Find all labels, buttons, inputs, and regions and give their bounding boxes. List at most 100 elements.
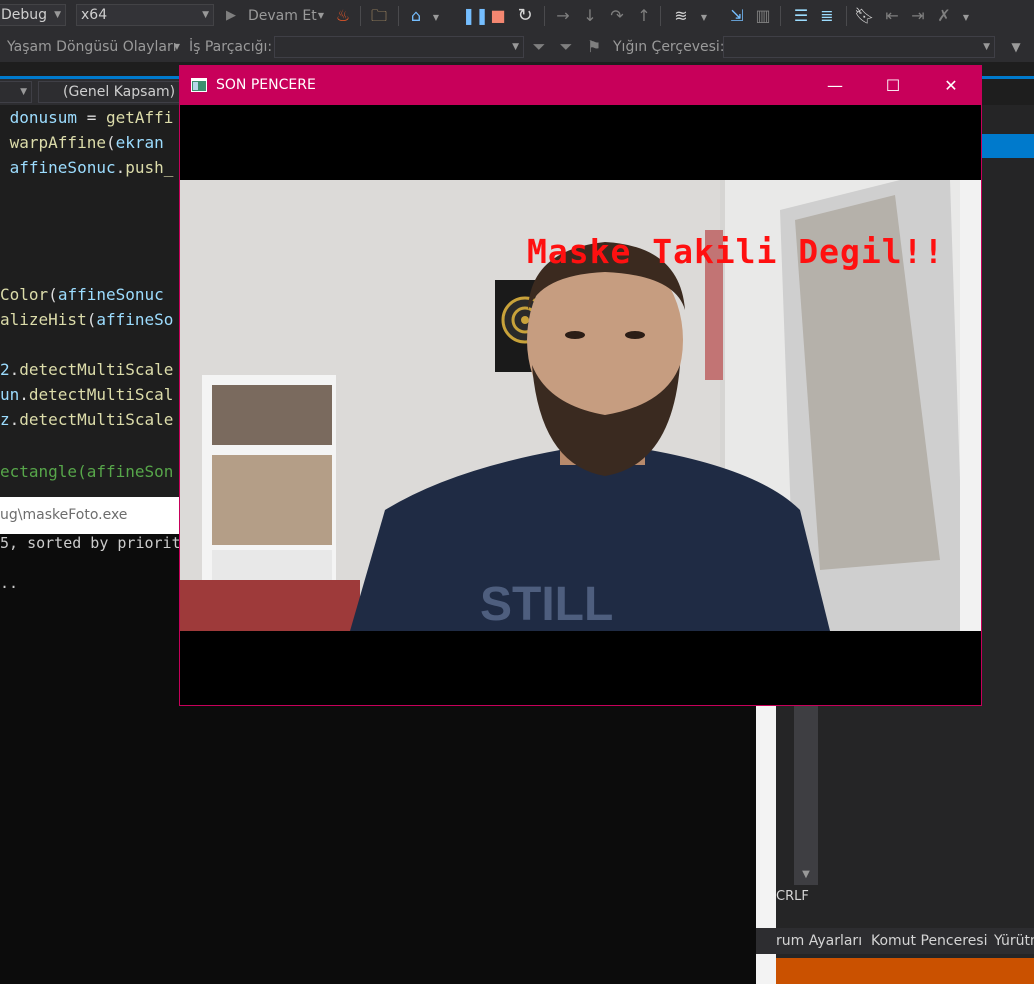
play-icon: ▶ [226, 8, 236, 23]
step-over-icon[interactable]: ↷ [606, 6, 628, 26]
chevron-down-icon[interactable]: ▼ [1008, 37, 1024, 57]
tab-command-window[interactable]: Komut Penceresi [871, 928, 987, 954]
vertical-scrollbar[interactable] [794, 705, 818, 885]
status-bar [776, 958, 1034, 984]
line-ending-indicator[interactable]: CRLF [776, 887, 818, 907]
lifecycle-events-button[interactable]: Yaşam Döngüsü Olayları [7, 37, 177, 57]
scroll-down-icon[interactable]: ▼ [794, 866, 818, 884]
step-into-specific-icon[interactable]: ⇲ [726, 6, 748, 26]
selected-tree-item[interactable] [982, 134, 1034, 158]
code-token: affineSonuc [0, 158, 116, 177]
code-line: ectangle(affineSon [0, 459, 173, 484]
code-line: z.detectMultiScale [0, 407, 173, 432]
stack-frame-combo[interactable]: ▼ [723, 36, 995, 58]
next-bookmark-icon[interactable]: ⇥ [908, 6, 928, 26]
code-token: ( [86, 310, 97, 329]
chevron-down-icon: ▼ [983, 42, 990, 52]
console-path: ug\maskeFoto.exe [0, 507, 128, 523]
chevron-down-icon[interactable]: ▼ [172, 37, 182, 57]
code-token: affineSon [86, 462, 174, 481]
stack-frame-label: Yığın Çerçevesi: [613, 39, 725, 55]
code-token: donusum [0, 108, 78, 127]
project-combo[interactable]: ▼ [0, 81, 32, 103]
console-line: 5, sorted by priorit [0, 534, 181, 552]
console-line: .. [0, 574, 19, 592]
code-line: un.detectMultiScal [0, 382, 173, 407]
bookmark-icon[interactable]: 🔖︎ [854, 6, 874, 26]
code-token: warpAffine [0, 133, 106, 152]
clear-bookmarks-icon[interactable]: ✗ [934, 6, 954, 26]
code-token: push_ [125, 158, 174, 177]
thread-label: İş Parçacığı: [189, 39, 273, 55]
code-token: Color [0, 285, 49, 304]
hot-reload-icon[interactable]: ♨ [334, 6, 352, 26]
code-token: ( [77, 462, 87, 481]
bottom-tool-tabs: rum Ayarları Komut Penceresi Yürütm [756, 928, 1034, 954]
son-pencere-window[interactable]: SON PENCERE — ☐ ✕ STILL Maske Takili Deg… [179, 65, 982, 706]
toolbar-divider [398, 6, 399, 26]
tab-immediate[interactable]: Yürütm [994, 928, 1034, 954]
code-token: getAffi [105, 108, 174, 127]
folder-search-icon[interactable]: 🗀 [368, 6, 390, 26]
code-token: ekran [115, 133, 164, 152]
code-line: 2.detectMultiScale [0, 357, 173, 382]
minimize-button[interactable]: — [806, 66, 864, 105]
webcam-frame: STILL Maske Takili Degil!! [180, 180, 981, 631]
filter-icon[interactable]: ⏷ [530, 37, 548, 57]
code-token: z [0, 410, 10, 429]
chevron-down-icon[interactable]: ▼ [430, 8, 442, 28]
code-token: = [77, 108, 106, 127]
flag-icon[interactable]: ⚑ [584, 37, 604, 57]
window-title-bar[interactable]: SON PENCERE — ☐ ✕ [180, 66, 981, 105]
step-out-icon[interactable]: ↑ [634, 6, 654, 26]
window-app-icon [191, 78, 207, 92]
console-title-bar: ug\maskeFoto.exe [0, 497, 180, 534]
restart-icon[interactable]: ↻ [514, 6, 536, 26]
filter-clear-icon[interactable]: ⏷ [556, 37, 576, 57]
code-token: ( [48, 285, 58, 304]
thread-combo[interactable]: ▼ [274, 36, 524, 58]
navigation-bar: ▼ (Genel Kapsam) [0, 79, 188, 105]
code-token: affineSo [96, 310, 174, 329]
pause-icon[interactable]: ❚❚ [462, 6, 489, 26]
chevron-down-icon: ▼ [54, 10, 61, 20]
toolbar-divider [544, 6, 545, 26]
show-next-statement-icon[interactable]: → [552, 6, 574, 26]
app-window-icon[interactable]: ⌂ [405, 6, 427, 26]
stop-icon[interactable]: ■ [488, 6, 508, 26]
chevron-down-icon[interactable]: ▼ [698, 8, 710, 28]
chevron-down-icon[interactable]: ▼ [316, 6, 326, 26]
continue-button[interactable]: Devam Et [248, 6, 317, 26]
step-into-icon[interactable]: ↓ [580, 6, 600, 26]
thread-filter-icon[interactable]: ≋ [670, 6, 692, 26]
tab-exception-settings[interactable]: rum Ayarları [776, 928, 862, 954]
toolbar-divider [846, 6, 847, 26]
previous-bookmark-icon[interactable]: ⇤ [882, 6, 902, 26]
platform-combo[interactable]: x64 ▼ [76, 4, 214, 26]
code-token: alizeHist [0, 310, 87, 329]
configuration-combo[interactable]: Debug ▼ [0, 4, 66, 26]
code-line: donusum = getAffi [0, 105, 174, 130]
toolbar-divider [780, 6, 781, 26]
debug-toolbar: Debug ▼ x64 ▼ ▶ Devam Et ▼ ♨ 🗀 ⌂ ▼ ❚❚ ■ … [0, 0, 1034, 32]
code-line: affineSonuc.push_ [0, 155, 174, 180]
code-token: 2 [0, 360, 10, 379]
scope-combo[interactable]: (Genel Kapsam) [38, 81, 188, 103]
shirt-print: STILL [480, 578, 613, 631]
columns-icon[interactable]: ▥ [752, 6, 774, 26]
close-button[interactable]: ✕ [922, 66, 980, 105]
chevron-down-icon: ▼ [20, 87, 27, 97]
code-line: alizeHist(affineSo [0, 307, 173, 332]
code-editor[interactable]: donusum = getAffi warpAffine(ekran affin… [0, 105, 180, 497]
debug-location-toolbar: Yaşam Döngüsü Olayları ▼ İş Parçacığı: ▼… [0, 32, 1034, 62]
chevron-down-icon: ▼ [512, 42, 519, 52]
indent-icon[interactable]: ☰ [790, 6, 812, 26]
code-token: . [9, 410, 20, 429]
configuration-value: Debug [1, 7, 48, 23]
code-token: . [19, 385, 29, 404]
chevron-down-icon[interactable]: ▼ [960, 8, 972, 28]
code-line: Color(affineSonuc [0, 282, 164, 307]
format-comment-icon[interactable]: ≣ [816, 6, 838, 26]
maximize-button[interactable]: ☐ [864, 66, 922, 105]
code-token: ( [105, 133, 116, 152]
